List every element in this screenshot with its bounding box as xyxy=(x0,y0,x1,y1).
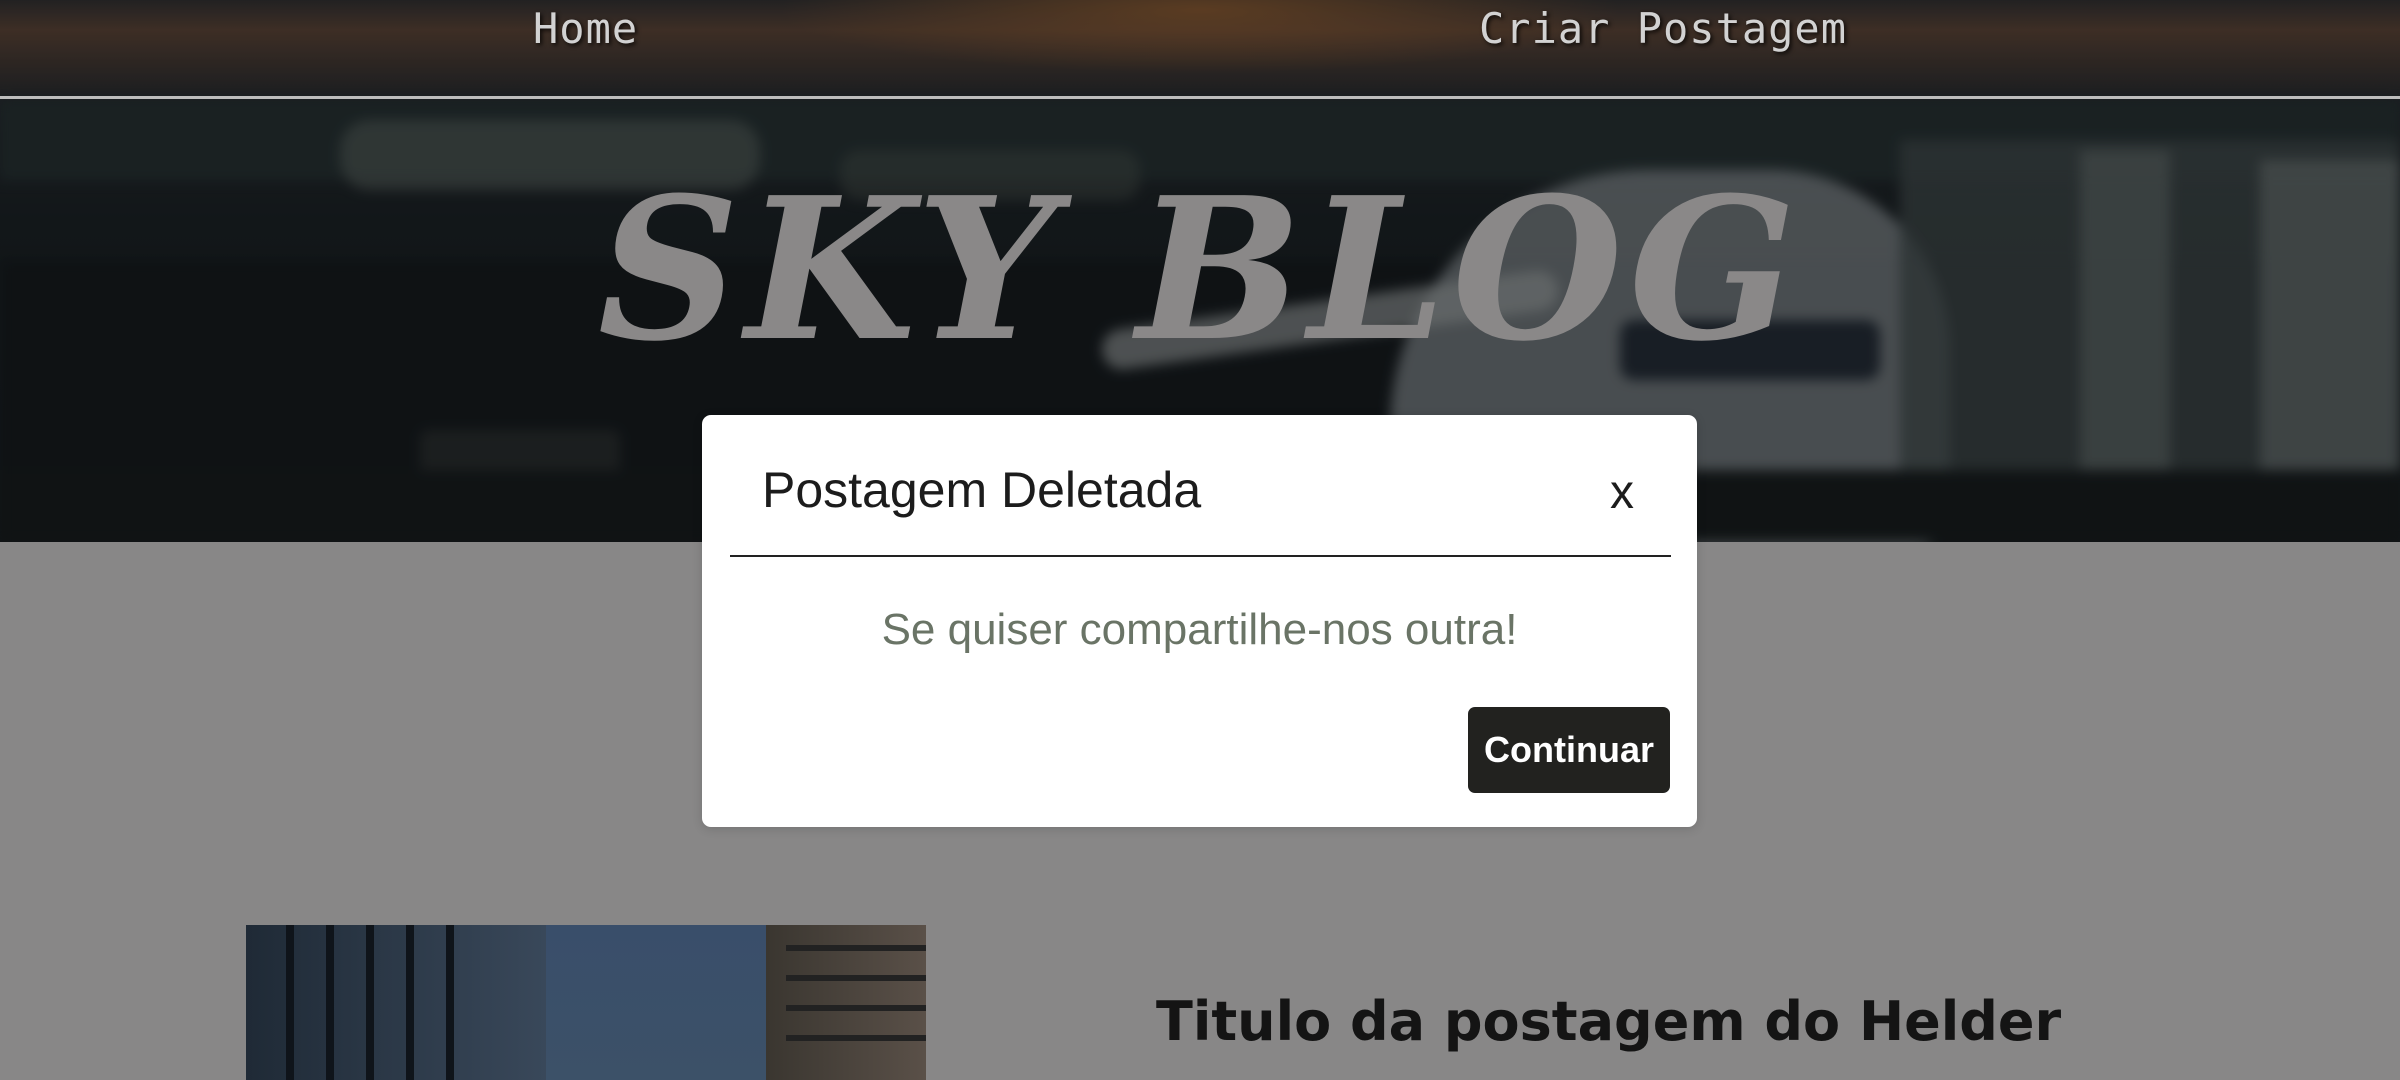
continue-button[interactable]: Continuar xyxy=(1468,707,1670,793)
modal-title: Postagem Deletada xyxy=(762,462,1202,518)
post-deleted-modal: Postagem Deletada x Se quiser compartilh… xyxy=(702,415,1697,827)
modal-divider xyxy=(730,555,1671,557)
top-navigation: Home Criar Postagem xyxy=(0,0,2400,99)
nav-divider xyxy=(0,96,2400,99)
nav-link-home[interactable]: Home xyxy=(533,4,638,53)
close-icon[interactable]: x xyxy=(1610,465,1634,520)
nav-link-criar-postagem[interactable]: Criar Postagem xyxy=(1479,4,1847,53)
post-title[interactable]: Titulo da postagem do Helder xyxy=(1156,990,2061,1053)
site-logo: SKY BLOG xyxy=(597,155,1803,385)
modal-message: Se quiser compartilhe-nos outra! xyxy=(881,605,1518,654)
page: Home Criar Postagem SKY BLOG Titulo da p… xyxy=(0,0,2400,1080)
post-image xyxy=(246,925,926,1080)
